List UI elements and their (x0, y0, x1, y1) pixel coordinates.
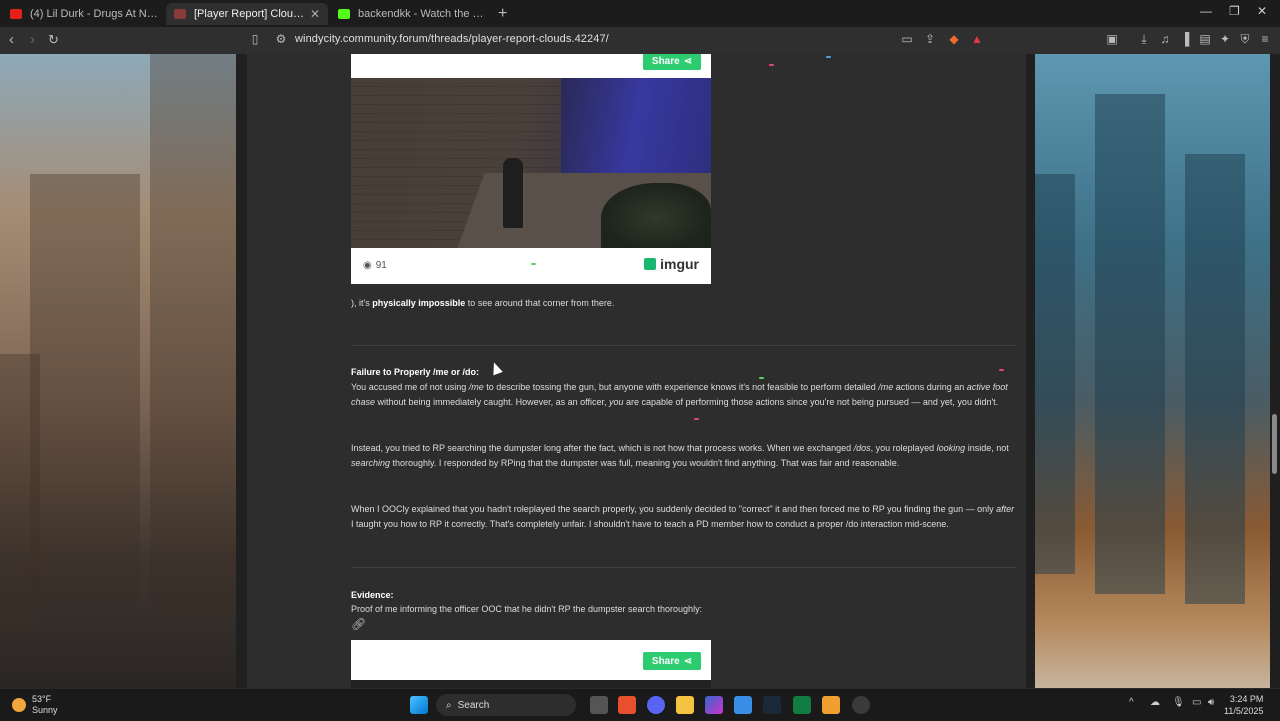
tab-search-icon[interactable]: ▣ (1105, 32, 1119, 46)
weather-widget[interactable]: 53°F Sunny (12, 694, 58, 716)
post-paragraph: When I OOCly explained that you hadn't r… (351, 504, 1015, 529)
view-count-value: 91 (375, 260, 387, 271)
share-button[interactable]: Share ⋖ (643, 54, 701, 70)
post-paragraph: Proof of me informing the officer OOC th… (351, 604, 703, 614)
brave-shields-icon[interactable]: ◆ (947, 32, 961, 46)
forum-post-content: Share ⋖ ◉ 91 imgur ), it's physically im… (246, 54, 1027, 688)
microphone-icon[interactable]: 🎙︎ (1172, 697, 1185, 708)
share-button[interactable]: Share ⋖ (643, 652, 701, 670)
steam-icon[interactable] (763, 696, 781, 714)
close-window-icon[interactable]: ✕ (1257, 4, 1267, 18)
divider (351, 567, 1017, 568)
system-clock[interactable]: 3:24 PM 11/5/2025 (1224, 693, 1263, 717)
tab-title: backendkk - Watch the VOD on Kick (358, 8, 484, 20)
youtube-icon (10, 9, 22, 19)
site-settings-icon[interactable]: ⚙ (274, 32, 288, 46)
start-icon[interactable] (410, 696, 428, 714)
rewards-icon[interactable]: ▲ (970, 32, 984, 46)
cast-icon[interactable]: ▭ (900, 32, 914, 46)
tab-kick[interactable]: backendkk - Watch the VOD on Kick (330, 3, 492, 25)
share-label: Share (651, 655, 680, 667)
link-icon[interactable]: 🔗︎ (351, 617, 366, 631)
forward-icon[interactable]: › (30, 31, 35, 48)
chevron-up-icon[interactable]: ^ (1129, 697, 1134, 708)
copilot-icon[interactable] (705, 696, 723, 714)
wallet-icon[interactable]: ▤ (1198, 32, 1212, 46)
taskbar-search[interactable]: ⌕ Search (436, 694, 576, 716)
close-tab-icon[interactable]: ✕ (310, 7, 320, 21)
store-icon[interactable] (734, 696, 752, 714)
bookmark-icon[interactable]: ▯ (248, 32, 262, 46)
tab-title: (4) Lil Durk - Drugs At Nobu (Unrelea (30, 8, 158, 20)
reload-icon[interactable]: ↻ (48, 32, 59, 48)
minimize-icon[interactable]: — (1200, 4, 1212, 18)
share-icon: ⋖ (683, 655, 693, 667)
page-scrollbar[interactable] (1270, 54, 1280, 688)
discord-icon[interactable] (647, 696, 665, 714)
post-paragraph: ), it's physically impossible to see aro… (351, 298, 615, 308)
clock-time: 3:24 PM (1229, 694, 1264, 704)
share-label: Share (651, 55, 680, 67)
restore-icon[interactable]: ❐ (1229, 4, 1240, 18)
search-label: Search (457, 699, 490, 711)
back-icon[interactable]: ‹ (9, 31, 14, 48)
section-heading: Evidence: (351, 590, 394, 600)
imgur-brand[interactable]: imgur (644, 256, 699, 272)
volume-icon[interactable]: 🔊︎ (1208, 697, 1214, 708)
post-paragraph: You accused me of not using /me to descr… (351, 382, 1008, 407)
imgur-brand-label: imgur (660, 256, 699, 272)
network-icon[interactable]: ▭ (1192, 697, 1201, 708)
media-icon[interactable]: ♫ (1158, 32, 1172, 46)
divider (351, 345, 1017, 346)
task-view-icon[interactable] (590, 696, 608, 714)
share-icon: ⋖ (683, 55, 693, 67)
brave-browser-icon[interactable] (618, 696, 636, 714)
sun-icon (12, 698, 26, 712)
section-heading: Failure to Properly /me or /do: (351, 367, 480, 377)
app-icon[interactable] (822, 696, 840, 714)
tab-strip: (4) Lil Durk - Drugs At Nobu (Unrelea [P… (0, 0, 1280, 27)
leo-ai-icon[interactable]: ✦ (1218, 32, 1232, 46)
xbox-icon[interactable] (793, 696, 811, 714)
navigation-bar: ‹ › ↻ ▯ ⚙ windycity.community.forum/thre… (0, 27, 1280, 54)
clock-date: 11/5/2025 (1224, 706, 1264, 716)
vpn-icon[interactable]: ⛨ (1238, 32, 1252, 46)
weather-condition: Sunny (32, 705, 58, 715)
temperature: 53°F (32, 694, 52, 704)
tab-youtube[interactable]: (4) Lil Durk - Drugs At Nobu (Unrelea (2, 3, 166, 25)
scrollbar-thumb[interactable] (1272, 414, 1277, 474)
app-icon[interactable] (852, 696, 870, 714)
new-tab-button[interactable]: + (498, 5, 507, 23)
embedded-video[interactable] (351, 78, 711, 248)
post-paragraph: Instead, you tried to RP searching the d… (351, 443, 1009, 468)
imgur-embed-header: Share ⋖ (351, 54, 711, 78)
kick-icon (338, 9, 350, 19)
tab-title: [Player Report] Clouds | Windy C (194, 8, 310, 20)
search-icon: ⌕ (446, 699, 452, 711)
forum-icon (174, 9, 186, 19)
imgur-embed-footer: ◉ 91 imgur (351, 248, 711, 284)
menu-icon[interactable]: ≡ (1258, 32, 1272, 46)
sidebar-icon[interactable]: ▐ (1178, 32, 1192, 46)
address-bar[interactable]: windycity.community.forum/threads/player… (295, 33, 609, 45)
downloads-icon[interactable]: ⤓ (1137, 32, 1151, 46)
background-city-left (0, 54, 236, 688)
windows-taskbar: 53°F Sunny ⌕ Search ^ ☁ 🎙︎ ▭ 🔊︎ 3:24 PM … (0, 688, 1280, 721)
view-count: ◉ 91 (363, 260, 387, 271)
file-explorer-icon[interactable] (676, 696, 694, 714)
onedrive-icon[interactable]: ☁ (1150, 697, 1160, 708)
imgur-logo-icon (644, 258, 657, 270)
eye-icon: ◉ (363, 260, 372, 271)
imgur-embed-header: Share ⋖ (351, 640, 711, 688)
share-page-icon[interactable]: ⇪ (923, 32, 937, 46)
tab-forum[interactable]: [Player Report] Clouds | Windy C ✕ (166, 3, 328, 25)
background-city-right (1035, 54, 1280, 688)
